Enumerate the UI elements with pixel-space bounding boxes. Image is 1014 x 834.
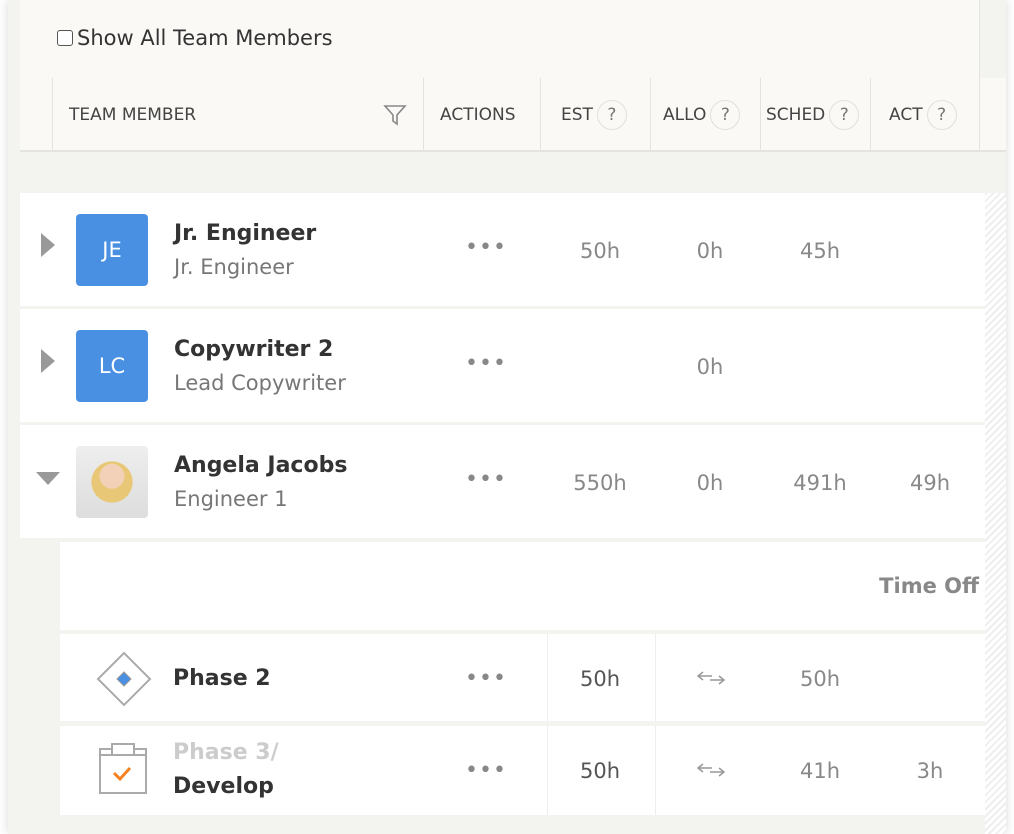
help-icon[interactable]: ? bbox=[710, 100, 741, 130]
actions-menu-icon[interactable]: ••• bbox=[431, 235, 541, 260]
actions-menu-icon[interactable]: ••• bbox=[431, 467, 541, 492]
actions-menu-icon[interactable]: ••• bbox=[431, 351, 541, 376]
header-label: ALLO bbox=[663, 105, 707, 125]
sched-value: 491h bbox=[793, 471, 847, 495]
divider bbox=[655, 726, 656, 815]
member-name: Jr. Engineer bbox=[174, 221, 317, 246]
header-allo: ALLO? bbox=[650, 78, 760, 152]
table-header: TEAM MEMBER ACTIONS EST? ALLO? SCHED? AC… bbox=[20, 78, 1006, 152]
act-value: 3h bbox=[916, 759, 944, 783]
phase-parent: Phase 3/ bbox=[173, 740, 279, 765]
swap-arrows-icon[interactable] bbox=[696, 670, 726, 686]
sched-value: 41h bbox=[799, 759, 841, 783]
avatar: JE bbox=[76, 214, 148, 286]
filter-icon[interactable] bbox=[383, 104, 407, 126]
phase-name: Develop bbox=[173, 774, 274, 799]
header-sched: SCHED? bbox=[760, 78, 870, 152]
header-actions: ACTIONS bbox=[423, 78, 540, 152]
header-label: EST bbox=[561, 105, 593, 125]
member-row[interactable]: JE Jr. Engineer Jr. Engineer ••• 50h 0h … bbox=[20, 193, 985, 306]
act-value: 49h bbox=[909, 471, 951, 495]
header-team-member[interactable]: TEAM MEMBER bbox=[52, 78, 423, 152]
help-icon[interactable]: ? bbox=[596, 100, 627, 130]
header-est: EST? bbox=[540, 78, 650, 152]
clipboard-check-icon bbox=[99, 743, 147, 794]
collapse-arrow-icon[interactable] bbox=[36, 472, 60, 485]
member-role: Engineer 1 bbox=[174, 487, 288, 511]
member-role: Jr. Engineer bbox=[174, 255, 294, 279]
est-value: 550h bbox=[573, 471, 627, 495]
sched-value: 45h bbox=[799, 239, 841, 263]
expand-arrow-icon[interactable] bbox=[41, 233, 55, 257]
allo-value: 0h bbox=[696, 239, 724, 263]
help-icon[interactable]: ? bbox=[829, 100, 860, 130]
est-value: 50h bbox=[579, 239, 621, 263]
time-off-label: Time Off bbox=[879, 574, 979, 598]
header-label: TEAM MEMBER bbox=[69, 105, 197, 125]
allo-value: 0h bbox=[696, 355, 724, 379]
actions-menu-icon[interactable]: ••• bbox=[431, 758, 541, 783]
milestone-diamond-icon bbox=[96, 651, 152, 707]
phase-name: Phase 2 bbox=[173, 666, 271, 691]
header-act: ACT? bbox=[870, 78, 980, 152]
member-name: Angela Jacobs bbox=[174, 453, 348, 478]
member-role: Lead Copywriter bbox=[174, 371, 346, 395]
checkbox-label: Show All Team Members bbox=[77, 26, 333, 50]
avatar: LC bbox=[76, 330, 148, 402]
expand-arrow-icon[interactable] bbox=[41, 349, 55, 373]
swap-arrows-icon[interactable] bbox=[696, 762, 726, 778]
divider bbox=[655, 634, 656, 721]
show-all-team-members-checkbox[interactable]: Show All Team Members bbox=[57, 26, 333, 50]
phase-row[interactable]: Phase 2 ••• 50h 50h bbox=[60, 634, 985, 721]
avatar-photo bbox=[76, 446, 148, 518]
member-row[interactable]: LC Copywriter 2 Lead Copywriter ••• 0h bbox=[20, 309, 985, 422]
allo-value: 0h bbox=[696, 471, 724, 495]
actions-menu-icon[interactable]: ••• bbox=[431, 666, 541, 691]
sched-value: 50h bbox=[799, 667, 841, 691]
header-label: ACTIONS bbox=[440, 105, 516, 125]
scroll-gutter bbox=[985, 193, 1006, 834]
time-off-row: Time Off bbox=[60, 542, 985, 630]
phase-row[interactable]: Phase 3/ Develop ••• 50h 41h 3h bbox=[60, 726, 985, 815]
est-value: 50h bbox=[579, 667, 621, 691]
help-icon[interactable]: ? bbox=[926, 100, 957, 130]
est-value: 50h bbox=[579, 759, 621, 783]
header-label: SCHED bbox=[766, 105, 826, 125]
member-name: Copywriter 2 bbox=[174, 337, 334, 362]
member-row[interactable]: Angela Jacobs Engineer 1 ••• 550h 0h 491… bbox=[20, 425, 985, 538]
checkbox-box[interactable] bbox=[57, 30, 73, 46]
header-label: ACT bbox=[889, 105, 923, 125]
